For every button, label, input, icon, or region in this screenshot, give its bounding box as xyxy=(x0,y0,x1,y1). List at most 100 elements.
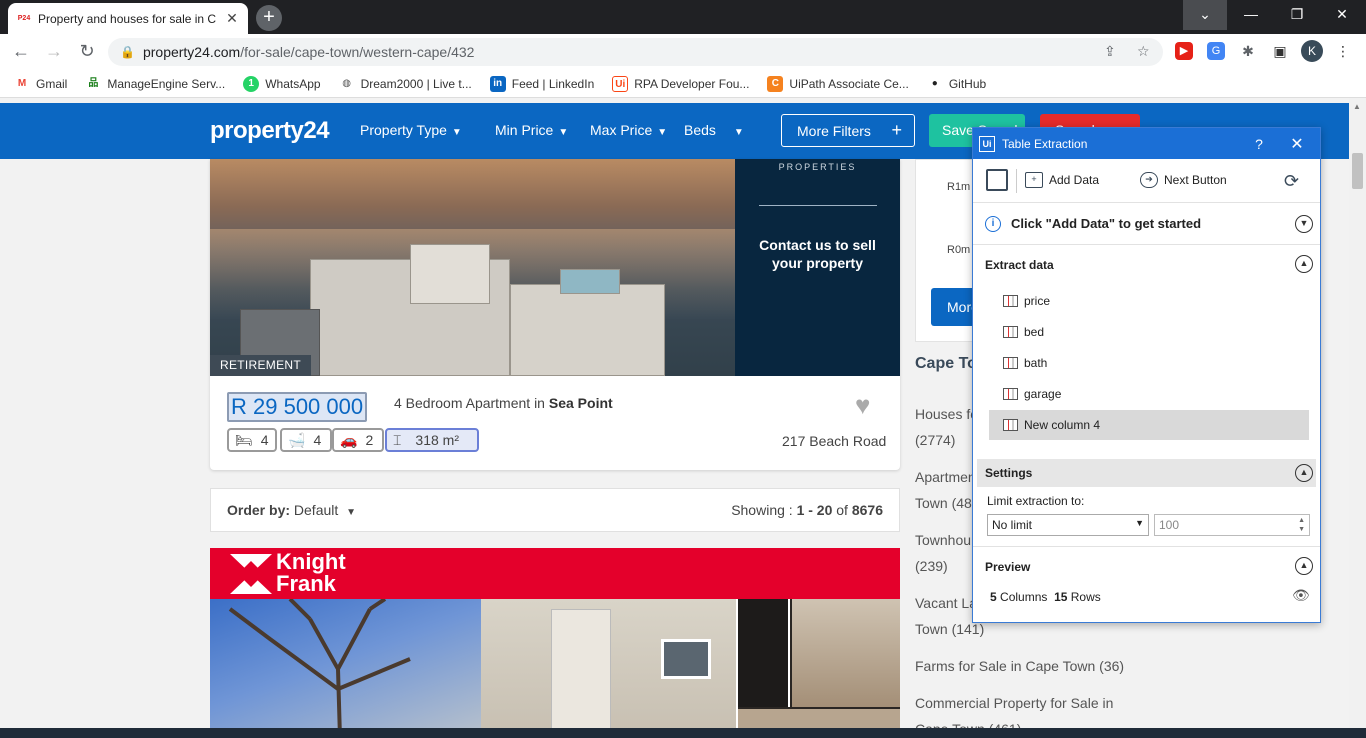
listing-card[interactable]: Knight Frank xyxy=(210,548,900,738)
listing-photo[interactable] xyxy=(210,597,481,738)
linkedin-icon: in xyxy=(489,75,506,92)
scroll-up-arrow-icon[interactable]: ▲ xyxy=(1353,102,1361,111)
youtube-extension-icon[interactable]: ▶ xyxy=(1175,42,1193,60)
listing-card[interactable]: RETIREMENT PROPERTIES Contact us to sell… xyxy=(210,159,900,470)
knight-frank-logo: Knight Frank xyxy=(276,551,346,595)
order-by-dropdown[interactable]: Order by: Default ▼ xyxy=(227,502,356,518)
translate-extension-icon[interactable]: G xyxy=(1207,42,1225,60)
gmail-icon: M xyxy=(17,77,27,89)
preview-eye-icon[interactable]: 👁 xyxy=(1292,587,1310,604)
github-icon: ● xyxy=(931,77,938,89)
close-tab-icon[interactable]: ✕ xyxy=(224,10,240,27)
reload-icon[interactable]: ↻ xyxy=(76,41,98,62)
extensions-puzzle-icon[interactable]: ✱ xyxy=(1239,42,1257,60)
listing-title[interactable]: 4 Bedroom Apartment in Sea Point xyxy=(394,395,613,411)
bookmark-manageengine[interactable]: 品 ManageEngine Serv... xyxy=(85,76,225,92)
share-icon[interactable]: ⇪ xyxy=(1104,43,1116,60)
column-item[interactable]: bath xyxy=(989,348,1309,378)
minimize-icon[interactable]: — xyxy=(1229,0,1273,30)
address-bar[interactable]: 🔒 property24.com/for-sale/cape-town/west… xyxy=(108,38,1163,66)
promo-divider xyxy=(758,205,877,206)
url-path: /for-sale/cape-town/western-cape/432 xyxy=(240,44,475,60)
agency-banner[interactable]: Knight Frank xyxy=(210,548,900,599)
nav-beds[interactable]: Beds ▼ xyxy=(684,122,744,138)
scrollbar-thumb[interactable] xyxy=(1352,153,1363,189)
sidebar-link-farms[interactable]: Farms for Sale in Cape Town (36) xyxy=(915,653,1140,679)
car-icon: 🚗 xyxy=(340,431,358,448)
close-panel-icon[interactable]: ✕ xyxy=(1274,134,1320,154)
menu-dots-icon[interactable]: ⋮ xyxy=(1334,42,1352,60)
bookmark-label: GitHub xyxy=(948,76,987,91)
side-panel-icon[interactable]: ▣ xyxy=(1271,42,1289,60)
panel-title-bar: Ui Table Extraction ? ✕ xyxy=(973,128,1320,159)
column-item[interactable]: garage xyxy=(989,379,1309,409)
nav-min-price[interactable]: Min Price ▼ xyxy=(495,122,568,138)
add-data-button[interactable]: + Add Data xyxy=(1025,172,1099,188)
bookmark-github[interactable]: ● GitHub xyxy=(927,76,986,92)
info-message: Click "Add Data" to get started xyxy=(1011,216,1202,231)
nav-label: Max Price xyxy=(590,122,653,138)
link-line: Cape Town (461) xyxy=(915,716,1140,728)
listing-photo[interactable] xyxy=(738,599,900,738)
restore-icon[interactable]: ❐ xyxy=(1275,0,1319,30)
profile-avatar[interactable]: K xyxy=(1301,40,1323,62)
nav-label: Beds xyxy=(684,122,716,138)
order-by-label: Order by: xyxy=(227,502,291,518)
agency-promo[interactable]: PROPERTIES Contact us to sell your prope… xyxy=(735,159,900,376)
bookmark-rpa-developer[interactable]: Ui RPA Developer Fou... xyxy=(612,75,749,92)
column-item[interactable]: price xyxy=(989,286,1309,316)
settings-heading[interactable]: Settings xyxy=(977,459,1316,487)
tab-search-chevron-icon[interactable]: ⌄ xyxy=(1183,0,1227,30)
showing-label: Showing : xyxy=(731,502,793,518)
order-by-value: Default xyxy=(293,502,339,518)
spinner-arrows-icon[interactable]: ▲ ▼ xyxy=(1298,516,1305,534)
bookmark-label: Gmail xyxy=(36,76,68,91)
property24-logo[interactable]: property24 xyxy=(210,117,330,145)
back-arrow-icon[interactable]: ← xyxy=(10,41,32,62)
favourite-heart-icon[interactable]: ♥ xyxy=(855,390,870,421)
bookmark-gmail[interactable]: M Gmail xyxy=(14,76,68,92)
column-item[interactable]: bed xyxy=(989,317,1309,347)
bookmark-linkedin[interactable]: in Feed | LinkedIn xyxy=(489,75,594,92)
more-filters-button[interactable]: More Filters + xyxy=(781,114,915,147)
column-name: bed xyxy=(1024,325,1045,339)
listing-price[interactable]: R 29 500 000 xyxy=(227,392,368,422)
limit-extraction-select[interactable]: No limit ▼ xyxy=(987,514,1149,536)
preview-heading: Preview xyxy=(985,560,1031,574)
bookmark-label: ManageEngine Serv... xyxy=(107,76,226,91)
help-icon[interactable]: ? xyxy=(1244,136,1274,152)
save-disk-icon[interactable] xyxy=(986,169,1008,191)
bed-icon: 🛏 xyxy=(235,431,253,448)
listing-photo[interactable]: RETIREMENT xyxy=(210,159,735,376)
forward-arrow-icon[interactable]: → xyxy=(43,41,65,62)
refresh-preview-icon[interactable]: ⟳ xyxy=(1284,171,1299,192)
manageengine-icon: 品 xyxy=(88,77,99,89)
of-label: of xyxy=(836,502,848,518)
chart-tick-bottom: R0m xyxy=(947,244,971,256)
bookmark-uipath-associate[interactable]: C UiPath Associate Ce... xyxy=(767,75,909,92)
browser-tab[interactable]: P24 Property and houses for sale in C ✕ xyxy=(8,3,248,34)
next-button-icon: ➔ xyxy=(1140,172,1158,188)
uipath-cert-icon: C xyxy=(767,75,784,92)
page-scrollbar[interactable]: ▲ xyxy=(1349,98,1366,738)
collapse-settings-chevron-icon[interactable]: ▲ xyxy=(1295,464,1313,482)
listing-photo[interactable] xyxy=(481,599,736,738)
close-window-icon[interactable]: ✕ xyxy=(1320,0,1364,30)
uipath-icon: Ui xyxy=(612,75,629,92)
new-tab-plus-icon[interactable]: + xyxy=(256,5,282,31)
bookmark-dream2000[interactable]: ◍ Dream2000 | Live t... xyxy=(339,76,472,92)
bookmark-whatsapp[interactable]: 1 WhatsApp xyxy=(243,75,321,92)
nav-property-type[interactable]: Property Type ▼ xyxy=(360,122,462,138)
limit-number-input[interactable]: 100 ▲ ▼ xyxy=(1154,514,1310,536)
sidebar-link-commercial[interactable]: Commercial Property for Sale in Cape Town… xyxy=(915,690,1140,728)
collapse-preview-chevron-icon[interactable]: ▲ xyxy=(1295,557,1313,575)
caret-down-icon: ▼ xyxy=(346,507,357,518)
lock-icon: 🔒 xyxy=(120,45,135,59)
bookmark-star-icon[interactable]: ☆ xyxy=(1137,43,1150,60)
expand-info-chevron-icon[interactable]: ▼ xyxy=(1295,215,1313,233)
nav-max-price[interactable]: Max Price ▼ xyxy=(590,122,667,138)
os-taskbar xyxy=(0,728,1366,738)
collapse-extract-chevron-icon[interactable]: ▲ xyxy=(1295,255,1313,273)
column-item-selected[interactable]: New column 4 xyxy=(989,410,1309,440)
next-button-button[interactable]: ➔ Next Button xyxy=(1140,172,1227,188)
